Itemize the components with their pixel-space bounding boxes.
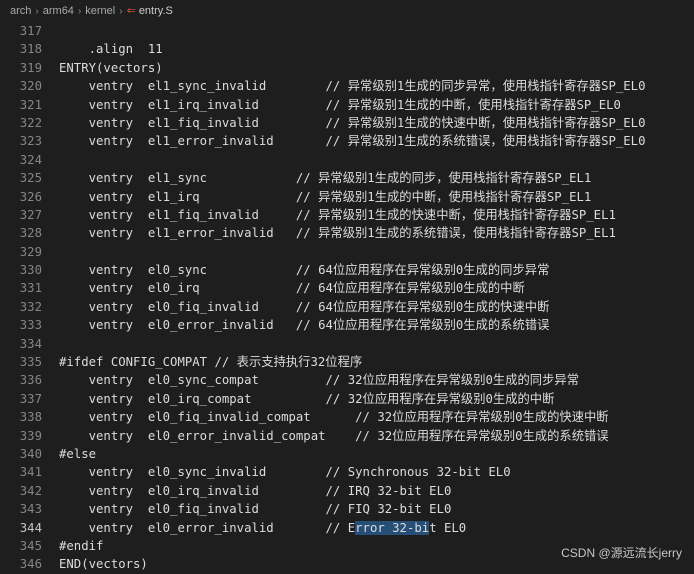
code-text[interactable]: ventry el0_fiq_invalid_compat // 32位应用程序…	[59, 410, 609, 424]
chevron-right-icon: ›	[35, 6, 39, 17]
line-number: 324	[19, 152, 42, 167]
code-text[interactable]: ventry el0_error_invalid // 64位应用程序在异常级别…	[59, 318, 550, 332]
watermark: CSDN @源远流长jerry	[561, 546, 682, 560]
line-number: 323	[19, 134, 42, 149]
code-line[interactable]: 324	[0, 151, 694, 169]
line-number: 341	[19, 465, 42, 480]
code-text[interactable]: ventry el0_irq // 64位应用程序在异常级别0生成的中断	[59, 281, 525, 295]
breadcrumb-item-kernel[interactable]: kernel	[85, 5, 115, 17]
line-number: 340	[19, 446, 42, 461]
line-number: 337	[19, 391, 42, 406]
code-line[interactable]: 326 ventry el1_irq // 异常级别1生成的中断，使用栈指针寄存…	[0, 188, 694, 206]
code-line[interactable]: 320 ventry el1_sync_invalid // 异常级别1生成的同…	[0, 77, 694, 95]
code-line[interactable]: 344 ventry el0_error_invalid // Error 32…	[0, 519, 694, 537]
code-text[interactable]: #else	[59, 447, 96, 461]
code-segment[interactable]: ventry el0_error_invalid // E	[59, 521, 356, 535]
code-line[interactable]: 335 #ifdef CONFIG_COMPAT // 表示支持执行32位程序	[0, 353, 694, 371]
code-text[interactable]: ventry el1_error_invalid // 异常级别1生成的系统错误…	[59, 134, 646, 148]
breadcrumb-item-arm64[interactable]: arm64	[43, 5, 74, 17]
code-text[interactable]: ventry el0_sync_invalid // Synchronous 3…	[59, 465, 511, 479]
code-line[interactable]: 328 ventry el1_error_invalid // 异常级别1生成的…	[0, 224, 694, 242]
code-line[interactable]: 337 ventry el0_irq_compat // 32位应用程序在异常级…	[0, 390, 694, 408]
code-text[interactable]: ventry el1_irq // 异常级别1生成的中断，使用栈指针寄存器SP_…	[59, 190, 592, 204]
code-line[interactable]: 336 ventry el0_sync_compat // 32位应用程序在异常…	[0, 371, 694, 389]
line-number: 344	[19, 520, 42, 535]
line-number: 335	[19, 355, 42, 370]
code-text[interactable]: ENTRY(vectors)	[59, 61, 163, 75]
code-text[interactable]: #ifdef CONFIG_COMPAT // 表示支持执行32位程序	[59, 355, 362, 369]
code-line[interactable]: 325 ventry el1_sync // 异常级别1生成的同步，使用栈指针寄…	[0, 169, 694, 187]
line-number: 325	[19, 171, 42, 186]
code-line[interactable]: 317	[0, 22, 694, 40]
code-text[interactable]: ventry el0_fiq_invalid // 64位应用程序在异常级别0生…	[59, 300, 550, 314]
code-text[interactable]: ventry el0_irq_compat // 32位应用程序在异常级别0生成…	[59, 392, 555, 406]
line-number: 320	[19, 79, 42, 94]
line-number: 345	[19, 538, 42, 553]
assembly-file-icon: ⇐	[126, 5, 136, 17]
code-line[interactable]: 342 ventry el0_irq_invalid // IRQ 32-bit…	[0, 482, 694, 500]
code-text[interactable]: ventry el0_sync // 64位应用程序在异常级别0生成的同步异常	[59, 263, 550, 277]
code-text[interactable]: ventry el1_fiq_invalid // 异常级别1生成的快速中断，使…	[59, 116, 646, 130]
line-number: 333	[19, 318, 42, 333]
code-editor[interactable]: 317 318 .align 11 319 ENTRY(vectors) 320 ven…	[0, 22, 694, 571]
breadcrumb-item-arch[interactable]: arch	[10, 5, 31, 17]
line-number: 326	[19, 189, 42, 204]
code-line[interactable]: 329	[0, 243, 694, 261]
code-line[interactable]: 334	[0, 335, 694, 353]
code-line[interactable]: 343 ventry el0_fiq_invalid // FIQ 32-bit…	[0, 500, 694, 518]
code-text[interactable]: ventry el1_error_invalid // 异常级别1生成的系统错误…	[59, 226, 616, 240]
code-line[interactable]: 331 ventry el0_irq // 64位应用程序在异常级别0生成的中断	[0, 279, 694, 297]
line-number: 343	[19, 502, 42, 517]
line-number: 342	[19, 483, 42, 498]
line-number: 322	[19, 115, 42, 130]
code-text[interactable]: #endif	[59, 539, 103, 553]
breadcrumb-item-file[interactable]: entry.S	[139, 5, 173, 17]
code-text[interactable]: ventry el1_fiq_invalid // 异常级别1生成的快速中断，使…	[59, 208, 616, 222]
line-number: 328	[19, 226, 42, 241]
code-line[interactable]: 333 ventry el0_error_invalid // 64位应用程序在…	[0, 316, 694, 334]
code-line[interactable]: 327 ventry el1_fiq_invalid // 异常级别1生成的快速…	[0, 206, 694, 224]
line-number: 346	[19, 557, 42, 572]
code-text[interactable]: ventry el0_error_invalid_compat // 32位应用…	[59, 429, 609, 443]
code-line[interactable]: 321 ventry el1_irq_invalid // 异常级别1生成的中断…	[0, 96, 694, 114]
line-number: 317	[19, 24, 42, 38]
code-text[interactable]: ventry el0_sync_compat // 32位应用程序在异常级别0生…	[59, 373, 579, 387]
line-number: 329	[19, 244, 42, 259]
code-text[interactable]: ventry el0_fiq_invalid // FIQ 32-bit EL0	[59, 502, 452, 516]
code-line[interactable]: 330 ventry el0_sync // 64位应用程序在异常级别0生成的同…	[0, 261, 694, 279]
line-number: 331	[19, 281, 42, 296]
code-line[interactable]: 339 ventry el0_error_invalid_compat // 3…	[0, 427, 694, 445]
line-number: 339	[19, 428, 42, 443]
code-text[interactable]: END(vectors)	[59, 557, 148, 571]
code-line[interactable]: 323 ventry el1_error_invalid // 异常级别1生成的…	[0, 132, 694, 150]
line-number: 318	[19, 42, 42, 57]
line-number: 327	[19, 207, 42, 222]
chevron-right-icon: ›	[77, 6, 82, 17]
code-text[interactable]: ventry el0_irq_invalid // IRQ 32-bit EL0	[59, 484, 452, 498]
chevron-right-icon: ›	[119, 6, 123, 17]
line-number: 332	[19, 299, 42, 314]
line-number: 338	[19, 410, 42, 425]
code-line[interactable]: 318 .align 11	[0, 40, 694, 58]
breadcrumb: arch › arm64 › kernel › ⇐ entry.S	[0, 0, 694, 22]
code-text[interactable]: ventry el1_irq_invalid // 异常级别1生成的中断，使用栈…	[59, 98, 621, 112]
code-line[interactable]: 338 ventry el0_fiq_invalid_compat // 32位…	[0, 408, 694, 426]
line-number: 330	[19, 263, 42, 278]
code-line[interactable]: 319 ENTRY(vectors)	[0, 59, 694, 77]
code-line[interactable]: 332 ventry el0_fiq_invalid // 64位应用程序在异常…	[0, 298, 694, 316]
code-text[interactable]: ventry el0_error_invalid // Error 32-bit…	[59, 520, 466, 535]
code-text[interactable]: ventry el1_sync_invalid // 异常级别1生成的同步异常，…	[59, 79, 646, 93]
line-number: 319	[19, 60, 42, 75]
line-number: 334	[19, 336, 42, 351]
code-line[interactable]: 322 ventry el1_fiq_invalid // 异常级别1生成的快速…	[0, 114, 694, 132]
line-number: 321	[19, 97, 42, 112]
code-text[interactable]: .align 11	[59, 42, 163, 56]
code-line[interactable]: 340 #else	[0, 445, 694, 463]
code-text[interactable]: ventry el1_sync // 异常级别1生成的同步，使用栈指针寄存器SP…	[59, 171, 592, 185]
line-number: 336	[19, 373, 42, 388]
text-selection[interactable]: rror 32-bi	[355, 520, 430, 535]
code-line[interactable]: 341 ventry el0_sync_invalid // Synchrono…	[0, 463, 694, 481]
code-segment[interactable]: t EL0	[429, 521, 466, 535]
